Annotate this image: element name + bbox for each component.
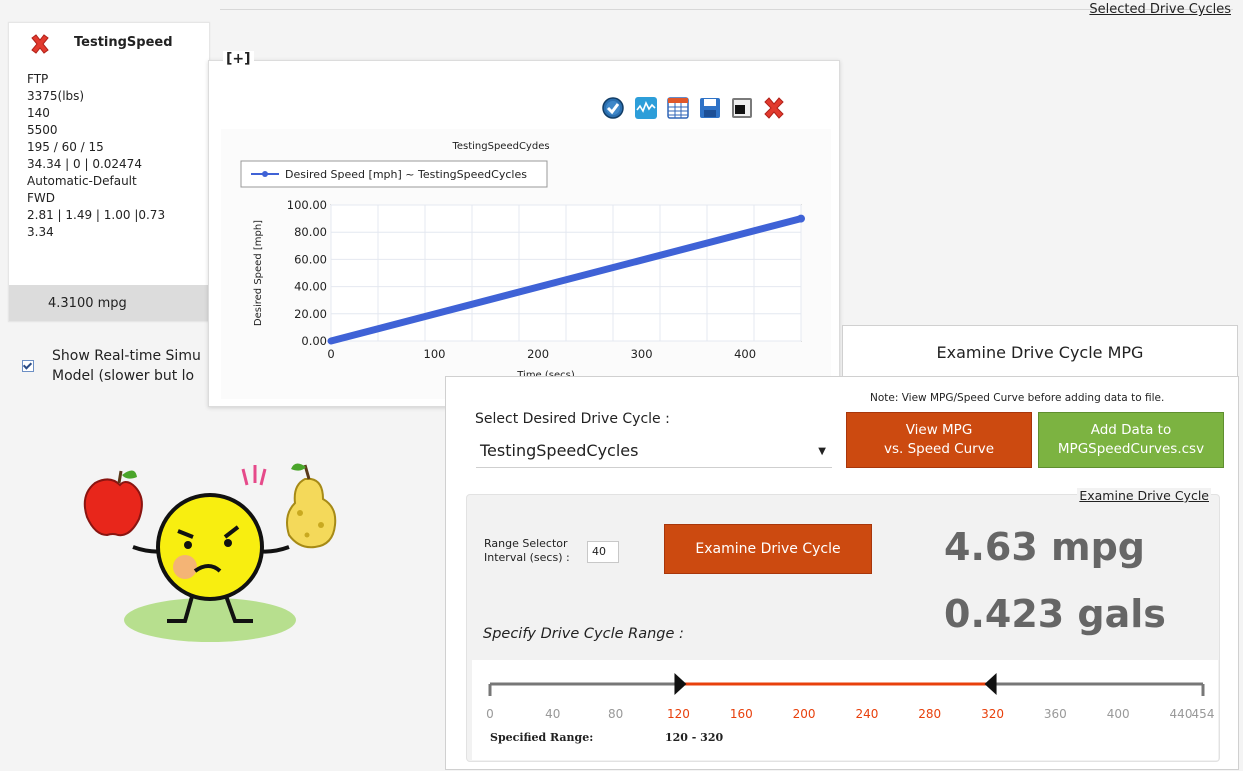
check-icon[interactable]	[601, 96, 625, 120]
slider-high-handle	[984, 673, 997, 695]
slider-tick-label: 0	[486, 707, 494, 721]
y-tick-label: 0.00	[301, 334, 327, 348]
chart-area: TestingSpeedCydes Desired Speed [mph] ~ T…	[221, 129, 831, 399]
close-icon[interactable]	[762, 96, 786, 120]
y-tick-label: 80.00	[294, 225, 327, 239]
range-interval-input[interactable]: 40	[587, 541, 619, 563]
spec-line: 195 / 60 / 15	[27, 140, 104, 154]
spec-line: 140	[27, 106, 50, 120]
mpg-result: 4.63 mpg	[944, 525, 1145, 569]
x-tick-label: 100	[424, 347, 446, 361]
mascot-illustration	[83, 463, 337, 642]
spec-line: 3375(lbs)	[27, 89, 85, 103]
gallons-result: 0.423 gals	[944, 592, 1166, 636]
realtime-checkbox[interactable]	[22, 360, 34, 372]
x-tick-label: 300	[631, 347, 653, 361]
drive-cycle-select[interactable]: TestingSpeedCycles ▼	[476, 437, 832, 468]
examine-drive-cycle-title: Examine Drive Cycle	[1077, 488, 1211, 503]
slider-tick-label: 280	[918, 707, 941, 721]
spec-line: FWD	[27, 191, 56, 205]
table-icon[interactable]	[666, 96, 690, 120]
apple-icon	[83, 470, 143, 537]
selected-drive-cycles-title[interactable]: Selected Drive Cycles	[1089, 2, 1231, 17]
card-mpg: 4.3100 mpg	[48, 296, 127, 311]
slider-tick-label: 454	[1192, 707, 1215, 721]
note-text: Note: View MPG/Speed Curve before adding…	[870, 392, 1165, 404]
cycle-name: TestingSpeed	[74, 35, 173, 50]
remove-cycle-icon[interactable]	[29, 33, 51, 55]
expand-toggle[interactable]: [+]	[223, 51, 254, 67]
specify-range-label: Specify Drive Cycle Range :	[483, 626, 684, 642]
series-end-point	[797, 214, 805, 223]
x-tick-label: 200	[527, 347, 549, 361]
chevron-down-icon: ▼	[818, 446, 826, 457]
slider-tick-label: 320	[981, 707, 1004, 721]
slider-tick-label: 240	[855, 707, 878, 721]
legend-label: Desired Speed [mph] ~ TestingSpeedCycles	[285, 168, 527, 181]
range-slider-area: 0 40 80 120 160 200 240 280 320 360 400 440 454	[472, 660, 1218, 760]
wave-chart-icon[interactable]	[634, 96, 658, 120]
view-mpg-speed-curve-button[interactable]: View MPG vs. Speed Curve	[846, 412, 1032, 468]
slider-tick-label: 440	[1170, 707, 1193, 721]
y-tick-label: 100.00	[287, 198, 327, 212]
drive-cycle-card: TestingSpeed FTP 3375(lbs) 140 5500 195 …	[8, 22, 210, 322]
slider-tick-label: 40	[545, 707, 560, 721]
slider-tick-label: 120	[667, 707, 690, 721]
slider-tick-label: 160	[730, 707, 753, 721]
range-selector-label: Range Selector Interval (secs) :	[484, 537, 570, 564]
slider-low-handle	[674, 673, 687, 695]
spec-line: 3.34	[27, 225, 54, 239]
slider-tick-label: 360	[1044, 707, 1067, 721]
spec-line: 2.81 | 1.49 | 1.00 |0.73	[27, 208, 166, 222]
tab-examine-drive-cycle-mpg[interactable]: Examine Drive Cycle MPG	[842, 325, 1238, 378]
speed-chart: TestingSpeedCydes Desired Speed [mph] ~ T…	[240, 141, 805, 381]
x-tick-label: 400	[734, 347, 756, 361]
window-icon[interactable]	[730, 96, 754, 120]
spec-line: Automatic-Default	[27, 174, 137, 188]
spec-line: FTP	[27, 72, 49, 86]
chart-title: TestingSpeedCydes	[451, 141, 549, 152]
specified-range-label: Specified Range:	[490, 731, 594, 744]
y-tick-label: 20.00	[294, 307, 327, 321]
y-tick-label: 40.00	[294, 280, 327, 294]
range-slider[interactable]: 0 40 80 120 160 200 240 280 320 360 400 440 454	[472, 660, 1218, 730]
y-axis-label: Desired Speed [mph]	[253, 220, 264, 326]
slider-tick-label: 200	[793, 707, 816, 721]
legend-marker	[262, 171, 268, 177]
select-cycle-label: Select Desired Drive Cycle :	[475, 411, 670, 427]
x-tick-label: 0	[327, 347, 334, 361]
specified-range-value: 120 - 320	[665, 731, 724, 744]
y-tick-label: 60.00	[294, 252, 327, 266]
slider-tick-label: 80	[608, 707, 623, 721]
realtime-label[interactable]: Show Real-time Simu Model (slower but lo	[52, 346, 201, 386]
slider-tick-label: 400	[1107, 707, 1130, 721]
spec-line: 34.34 | 0 | 0.02474	[27, 157, 142, 171]
top-divider	[220, 9, 1233, 10]
save-icon[interactable]	[698, 96, 722, 120]
add-data-button[interactable]: Add Data to MPGSpeedCurves.csv	[1038, 412, 1224, 468]
examine-drive-cycle-button[interactable]: Examine Drive Cycle	[664, 524, 872, 574]
pear-icon	[286, 463, 337, 549]
spec-line: 5500	[27, 123, 58, 137]
chart-popup: [+] TestingSpeedCydes Desired Speed [mph]…	[208, 51, 840, 407]
